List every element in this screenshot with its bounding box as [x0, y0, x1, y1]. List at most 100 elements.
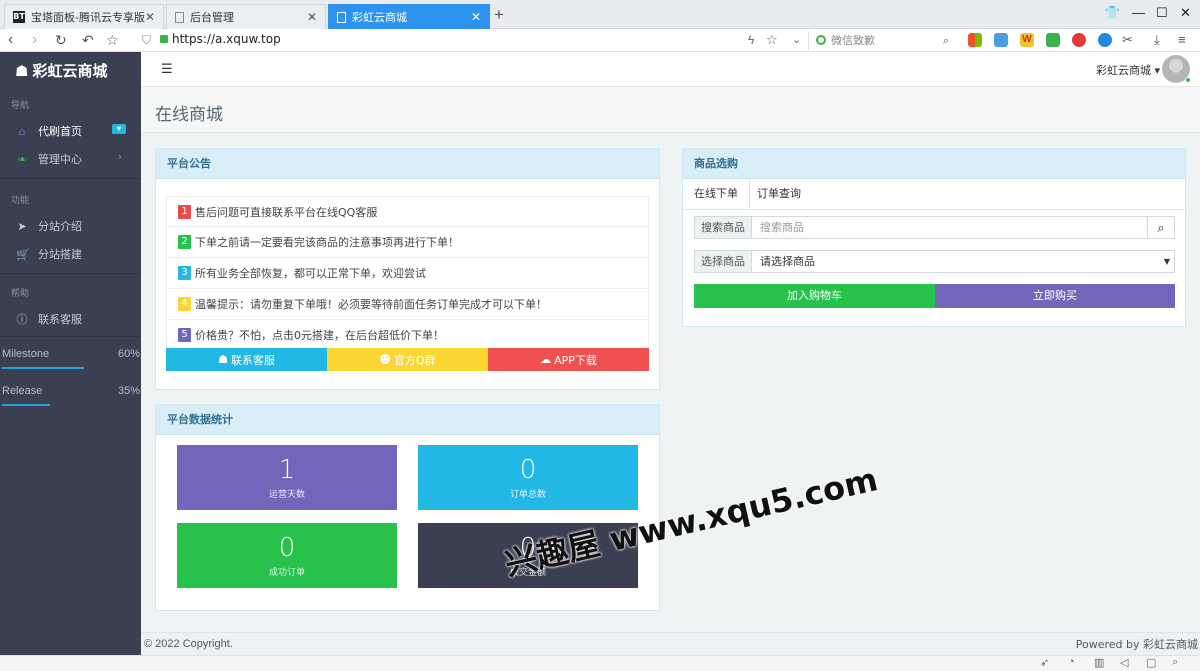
scissors-icon[interactable]: ✂ — [1122, 29, 1133, 51]
browser-tab-shop[interactable]: 彩虹云商城 ✕ — [328, 4, 490, 29]
shirt-icon[interactable]: 👕 — [1104, 5, 1120, 21]
sidebar-item-home[interactable]: ⌂ 代刷首页 — [16, 123, 83, 139]
search-placeholder: 微信致歉 — [831, 34, 875, 47]
product-select[interactable]: 请选择商品 ▼ — [752, 251, 1174, 272]
sidebar-item-label: 分站搭建 — [38, 248, 82, 261]
sidebar-item-label: 联系客服 — [38, 313, 82, 326]
f-ext-icon[interactable] — [1072, 33, 1086, 47]
page-icon — [337, 11, 346, 23]
stat-card-days: 1 运营天数 — [177, 445, 397, 510]
reload-icon[interactable]: ↻ — [55, 29, 67, 51]
buy-now-button[interactable]: 立即购买 — [935, 284, 1175, 308]
notice-item: 1 售后问题可直接联系平台在线QQ客服 — [166, 196, 649, 227]
notice-item: 3 所有业务全部恢复，都可以正常下单，欢迎尝试 — [166, 258, 649, 289]
official-group-button[interactable]: ☻ 官方Q群 — [327, 348, 488, 371]
leaf-icon: ❧ — [17, 152, 27, 166]
bolt-icon[interactable]: ϟ — [748, 29, 754, 51]
browser-tab-bt[interactable]: BT 宝塔面板-腾讯云专享版 ✕ — [4, 4, 164, 29]
progress-release: Release — [2, 385, 42, 397]
section-func: 功能 — [11, 196, 30, 206]
search-icon[interactable]: ⌕ — [943, 31, 949, 50]
product-search-input[interactable]: 搜索商品 — [752, 217, 1147, 238]
download-icon[interactable]: ⤓ — [1154, 29, 1160, 51]
notice-text: 下单之前请一定要看完该商品的注意事项再进行下单！ — [195, 236, 459, 249]
tab-online-order[interactable]: 在线下单 — [683, 179, 750, 209]
app-download-button[interactable]: ☁ APP下载 — [488, 348, 649, 371]
chevron-down-icon[interactable]: ⌄ — [792, 29, 801, 51]
home-icon: ⌂ — [18, 124, 26, 138]
tab-label: 宝塔面板-腾讯云专享版 — [31, 11, 145, 24]
add-to-cart-button[interactable]: 加入购物车 — [694, 284, 935, 308]
notice-number: 2 — [178, 235, 191, 249]
minimize-icon[interactable]: — — [1132, 5, 1145, 20]
qq-icon: ☗ — [218, 353, 228, 366]
caret-down-icon: ▾ — [1154, 64, 1161, 77]
weather-ext-icon[interactable] — [994, 33, 1008, 47]
contact-service-button[interactable]: ☗ 联系客服 — [166, 348, 327, 371]
browser-status-bar: ➶ ◔ ▥ ◁ ▢ ⌕ — [0, 655, 1200, 671]
lock-icon — [160, 35, 168, 43]
top-navbar: ☰ 彩虹云商城 ▾ — [141, 52, 1200, 87]
shield-icon: ⛉ — [142, 33, 152, 47]
search-label: 搜索商品 — [695, 217, 752, 238]
star-icon[interactable]: ☆ — [106, 29, 119, 51]
stat-card-orders: 0 订单总数 — [418, 445, 638, 510]
sidebar-item-intro[interactable]: ➤ 分站介绍 — [16, 218, 82, 234]
stat-value: 0 — [278, 533, 296, 563]
close-window-icon[interactable]: ✕ — [1180, 5, 1191, 21]
section-nav: 导航 — [11, 101, 30, 111]
cart-icon: 🛒 — [16, 247, 30, 261]
select-group: 选择商品 请选择商品 ▼ — [694, 250, 1175, 273]
footer: © 2022 Copyright. Powered by 彩虹云商城 — [141, 632, 1200, 655]
close-icon[interactable]: ✕ — [471, 10, 481, 24]
page-icon — [175, 11, 184, 23]
search-icon[interactable]: ⌕ — [1147, 217, 1174, 238]
sidebar-item-label: 管理中心 — [38, 153, 82, 166]
search-group: 搜索商品 搜索商品 ⌕ — [694, 216, 1175, 239]
undo-icon[interactable]: ↶ — [82, 29, 94, 51]
sidebar-item-build[interactable]: 🛒 分站搭建 — [16, 246, 82, 262]
menu-icon[interactable]: ≡ — [1178, 29, 1186, 51]
windows-ext-icon[interactable] — [968, 33, 982, 47]
window-icon[interactable]: ▢ — [1146, 656, 1156, 669]
notice-item: 5 价格贵？不怕，点击0元搭建，在后台超低价下单！ — [166, 320, 649, 351]
url-field[interactable]: https://a.xquw.top — [172, 32, 281, 46]
stat-card-success: 0 成功订单 — [177, 523, 397, 588]
brand-name: 彩虹云商城 — [32, 62, 108, 80]
notice-number: 1 — [178, 204, 191, 219]
browser-search-input[interactable]: 微信致歉 ⌕ — [808, 31, 960, 50]
shop-panel: 商品选购 在线下单 订单查询 搜索商品 搜索商品 ⌕ 选择商品 请选择商品 ▼ … — [682, 148, 1186, 327]
progress-value: 35% — [118, 385, 141, 397]
trash-icon[interactable]: ▥ — [1094, 656, 1104, 669]
bookmark-star-icon[interactable]: ☆ — [766, 29, 778, 51]
brand[interactable]: ☗ 彩虹云商城 — [15, 60, 107, 81]
tab-label: 彩虹云商城 — [352, 11, 407, 24]
rocket-icon[interactable]: ➶ — [1040, 656, 1049, 669]
sidebar-item-contact[interactable]: ⓘ 联系客服 — [16, 311, 83, 327]
back-icon[interactable]: ‹ — [8, 29, 13, 51]
forward-icon[interactable]: › — [32, 29, 37, 51]
close-icon[interactable]: ✕ — [145, 10, 155, 24]
y-ext-icon[interactable] — [1098, 33, 1112, 47]
new-tab-button[interactable]: + — [494, 5, 504, 25]
sidebar-item-admin[interactable]: ❧ 管理中心 — [16, 151, 82, 167]
w-ext-icon[interactable]: W — [1020, 33, 1034, 47]
chat-ext-icon[interactable] — [1046, 33, 1060, 47]
close-icon[interactable]: ✕ — [307, 10, 317, 24]
stats-panel: 平台数据统计 1 运营天数 0 订单总数 0 成功订单 0 成交金额 — [155, 404, 660, 611]
sound-icon[interactable]: ◁ — [1120, 656, 1128, 669]
sidebar-item-label: 分站介绍 — [38, 220, 82, 233]
notice-text: 所有业务全部恢复，都可以正常下单，欢迎尝试 — [195, 267, 426, 280]
user-menu[interactable]: 彩虹云商城 ▾ — [1096, 62, 1160, 78]
group-icon: ☻ — [379, 353, 391, 366]
stat-value: 1 — [278, 455, 296, 485]
maximize-icon[interactable]: ☐ — [1156, 5, 1168, 21]
caret-down-icon: ▼ — [1163, 257, 1170, 266]
browser-tab-admin[interactable]: 后台管理 ✕ — [166, 4, 326, 29]
zoom-icon[interactable]: ⌕ — [1172, 656, 1178, 669]
address-bar: ‹ › ↻ ↶ ☆ ⛉ https://a.xquw.top ϟ ☆ ⌄ 微信致… — [0, 29, 1200, 52]
menu-toggle-icon[interactable]: ☰ — [161, 61, 173, 77]
notice-number: 4 — [178, 297, 191, 311]
speed-icon[interactable]: ◔ — [1068, 656, 1075, 668]
tab-order-query[interactable]: 订单查询 — [746, 179, 812, 209]
